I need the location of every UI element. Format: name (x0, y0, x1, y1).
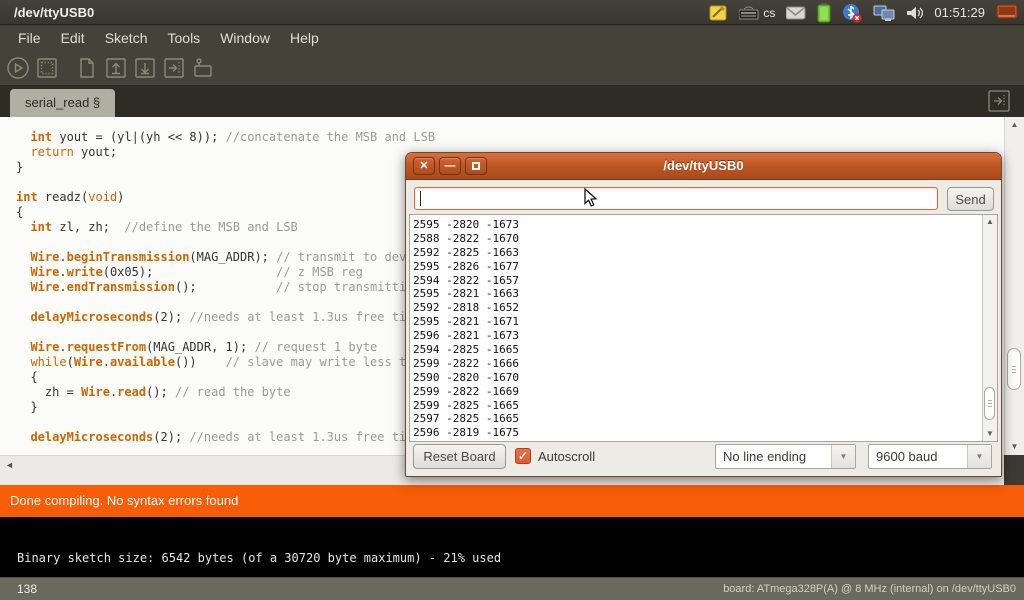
serial-monitor-controls: Reset Board Autoscroll No line ending ▼ … (406, 444, 1001, 470)
mail-icon[interactable] (786, 6, 806, 20)
baud-rate-dropdown[interactable]: 9600 baud ▼ (868, 444, 992, 469)
editor-vertical-scrollbar[interactable]: ▲ ▼ (1004, 117, 1024, 455)
serial-input-wrap (414, 187, 938, 210)
menu-sketch[interactable]: Sketch (95, 26, 158, 51)
serial-row: 2588 -2822 -1670 (413, 232, 997, 246)
menu-file[interactable]: File (8, 26, 51, 51)
serial-monitor-body: Send 2595 -2820 -16732588 -2822 -1670259… (406, 180, 1001, 476)
serial-row: 2595 -2821 -1671 (413, 315, 997, 329)
scrollbar-thumb[interactable] (984, 387, 995, 420)
menu-window[interactable]: Window (210, 26, 280, 51)
serial-input[interactable] (414, 187, 938, 210)
text-caret (420, 191, 421, 206)
network-icon[interactable] (873, 4, 895, 22)
maximize-button[interactable] (465, 157, 487, 175)
serial-output-area[interactable]: 2595 -2820 -16732588 -2822 -16702592 -28… (409, 214, 998, 442)
note-icon[interactable] (709, 4, 728, 22)
serial-row: 2597 -2825 -1665 (413, 412, 997, 426)
autoscroll-label[interactable]: Autoscroll (538, 444, 595, 469)
chevron-down-icon[interactable]: ▼ (967, 445, 991, 468)
serial-row: 2594 -2822 -1657 (413, 274, 997, 288)
new-sketch-button[interactable] (74, 55, 100, 81)
system-tray: cs 01:51:29 (709, 0, 1024, 25)
line-ending-dropdown[interactable]: No line ending ▼ (715, 444, 856, 469)
serial-row: 2596 -2821 -1673 (413, 329, 997, 343)
active-window-title: /dev/ttyUSB0 (0, 5, 94, 20)
open-button[interactable] (103, 55, 129, 81)
upload-button[interactable] (161, 55, 187, 81)
window-controls: ✕ — (413, 157, 487, 175)
top-panel: /dev/ttyUSB0 cs 01:5 (0, 0, 1024, 25)
close-button[interactable]: ✕ (413, 157, 435, 175)
session-icon[interactable] (996, 4, 1018, 21)
serial-row: 2594 -2825 -1665 (413, 343, 997, 357)
menu-tools[interactable]: Tools (158, 26, 211, 51)
serial-row: 2590 -2820 -1670 (413, 371, 997, 385)
scroll-left-icon[interactable]: ◄ (5, 460, 14, 470)
tab-bar: serial_read § (0, 85, 1024, 117)
menu-edit[interactable]: Edit (51, 26, 95, 51)
line-number-indicator: 138 (17, 578, 37, 600)
serial-row: 2592 -2818 -1652 (413, 301, 997, 315)
battery-icon[interactable] (817, 3, 831, 23)
serial-row: 2592 -2825 -1663 (413, 246, 997, 260)
volume-icon[interactable] (906, 5, 923, 21)
scrollbar-thumb[interactable] (1007, 348, 1021, 390)
compile-status-bar: Done compiling. No syntax errors found (0, 485, 1024, 517)
serial-output-rows: 2595 -2820 -16732588 -2822 -16702592 -28… (410, 215, 997, 440)
menu-help[interactable]: Help (280, 26, 329, 51)
stop-button[interactable] (34, 55, 60, 81)
baud-rate-value: 9600 baud (876, 445, 965, 468)
menu-bar: FileEditSketchToolsWindowHelp (0, 26, 1024, 51)
scroll-down-icon[interactable]: ▼ (1005, 441, 1024, 453)
console-output: Binary sketch size: 6542 bytes (of a 307… (0, 517, 1024, 577)
ide-footer: 138 board: ATmega328P(A) @ 8 MHz (intern… (0, 577, 1024, 600)
line-ending-value: No line ending (723, 445, 829, 468)
tab-serial-read[interactable]: serial_read § (10, 89, 115, 117)
reset-board-button[interactable]: Reset Board (413, 444, 506, 469)
mouse-cursor-icon (584, 188, 600, 213)
board-info: board: ATmega328P(A) @ 8 MHz (internal) … (723, 578, 1016, 600)
serial-row: 2599 -2822 -1666 (413, 357, 997, 371)
serial-monitor-button[interactable] (190, 55, 216, 81)
scroll-up-icon[interactable]: ▲ (983, 216, 997, 228)
serial-monitor-titlebar[interactable]: ✕ — /dev/ttyUSB0 (406, 153, 1001, 180)
scroll-down-icon[interactable]: ▼ (983, 428, 997, 440)
save-button[interactable] (132, 55, 158, 81)
serial-monitor-window: ✕ — /dev/ttyUSB0 Send 2595 -2820 -167325… (405, 152, 1002, 477)
code-line: int yout = (yl|(yh << 8)); //concatenate… (16, 130, 1004, 145)
serial-row: 2596 -2819 -1675 (413, 426, 997, 440)
keyboard-layout-label: cs (763, 6, 775, 20)
scroll-up-icon[interactable]: ▲ (1005, 119, 1024, 131)
serial-row: 2595 -2820 -1673 (413, 218, 997, 232)
verify-button[interactable] (5, 55, 31, 81)
toolbar (0, 51, 1024, 85)
screen: /dev/ttyUSB0 cs 01:5 (0, 0, 1024, 600)
serial-row: 2599 -2822 -1669 (413, 385, 997, 399)
send-button[interactable]: Send (947, 187, 994, 211)
serial-row: 2599 -2825 -1665 (413, 399, 997, 413)
chevron-down-icon[interactable]: ▼ (831, 445, 855, 468)
bluetooth-icon[interactable] (842, 3, 862, 23)
tab-menu-icon[interactable] (988, 90, 1010, 112)
serial-monitor-title: /dev/ttyUSB0 (406, 153, 1001, 179)
minimize-button[interactable]: — (439, 157, 461, 175)
serial-row: 2595 -2826 -1677 (413, 260, 997, 274)
clock[interactable]: 01:51:29 (934, 5, 985, 20)
keyboard-indicator[interactable]: cs (739, 6, 775, 20)
serial-vertical-scrollbar[interactable]: ▲ ▼ (982, 215, 997, 441)
autoscroll-checkbox[interactable] (515, 448, 531, 464)
serial-row: 2595 -2821 -1663 (413, 287, 997, 301)
